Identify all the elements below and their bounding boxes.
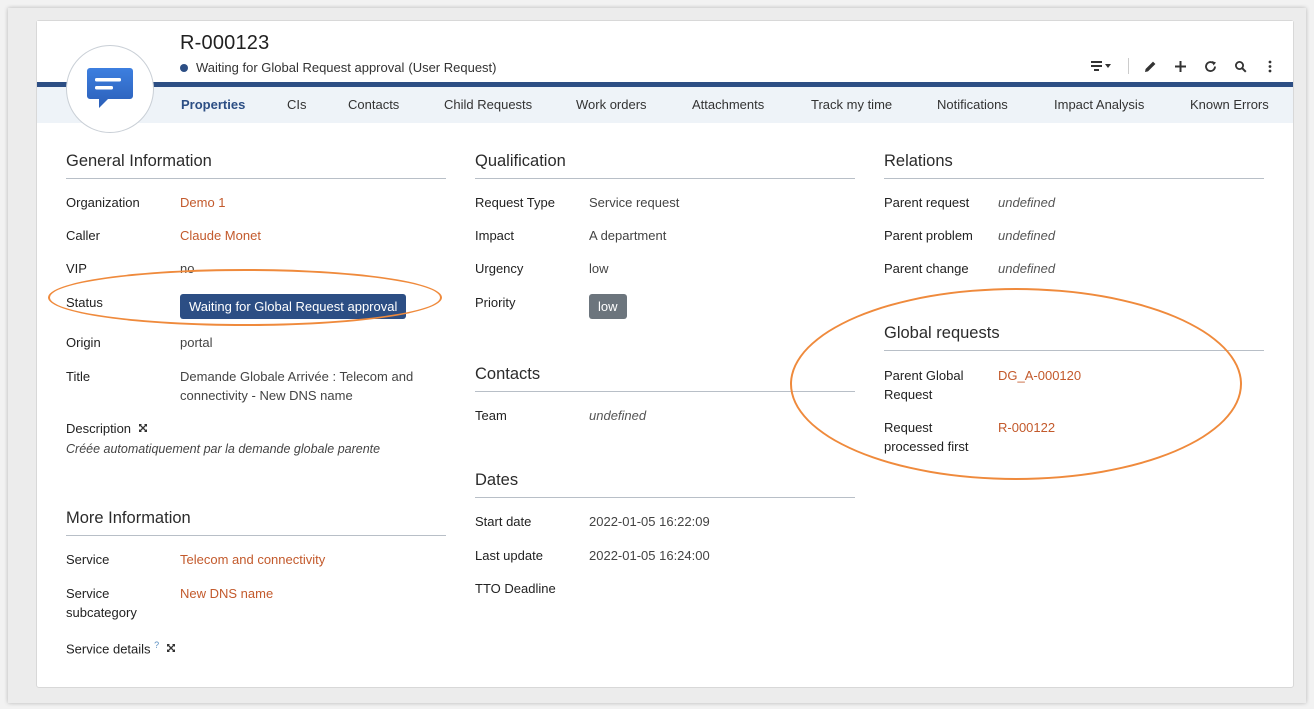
parent-change-value: undefined (998, 261, 1056, 276)
subcategory-link[interactable]: New DNS name (180, 584, 273, 603)
general-information-title: General Information (66, 152, 446, 179)
impact-label: Impact (475, 228, 515, 243)
service-label: Service (66, 552, 110, 567)
organization-link[interactable]: Demo 1 (180, 193, 226, 212)
parent-global-request-link[interactable]: DG_A-000120 (998, 366, 1081, 385)
priority-label: Priority (475, 295, 516, 310)
team-value: undefined (589, 408, 647, 423)
origin-label: Origin (66, 335, 101, 350)
tab-track-my-time[interactable]: Track my time (811, 97, 892, 112)
tab-properties[interactable]: Properties (181, 97, 245, 112)
vip-value: no (180, 261, 195, 276)
tab-contacts[interactable]: Contacts (348, 97, 399, 112)
team-label: Team (475, 408, 507, 423)
last-update-label: Last update (475, 548, 543, 563)
parent-global-label-line1: Parent Global (884, 368, 964, 383)
request-type-value: Service request (589, 195, 680, 210)
processed-first-request-link[interactable]: R-000122 (998, 418, 1055, 437)
global-requests-title: Global requests (884, 324, 1264, 351)
urgency-label: Urgency (475, 261, 524, 276)
parent-request-label: Parent request (884, 195, 970, 210)
refresh-icon (1204, 60, 1216, 72)
tab-known-errors[interactable]: Known Errors (1190, 97, 1269, 112)
service-link[interactable]: Telecom and connectivity (180, 550, 325, 569)
toolbar-divider (1128, 58, 1129, 74)
subcategory-label-line2: subcategory (66, 605, 137, 620)
list-menu-button[interactable] (1082, 55, 1122, 77)
expand-icon[interactable] (138, 423, 148, 433)
list-icon (1091, 61, 1111, 71)
help-icon[interactable]: ? (154, 640, 159, 650)
description-label: Description (66, 419, 148, 438)
tab-work-orders[interactable]: Work orders (576, 97, 647, 112)
ticket-status-text: Waiting for Global Request approval (196, 60, 405, 75)
expand-icon[interactable] (166, 643, 176, 653)
start-date-label: Start date (475, 514, 532, 529)
request-type-label: Request Type (475, 195, 555, 210)
caller-label: Caller (66, 228, 100, 243)
origin-value: portal (180, 335, 213, 350)
request-card: R-000123 Waiting for Global Request appr… (36, 20, 1294, 688)
more-icon (1268, 60, 1272, 72)
processed-first-label-line2: processed first (884, 439, 969, 454)
tab-bar: Properties CIs Contacts Child Requests W… (37, 87, 1293, 123)
processed-first-label-line1: Request (884, 420, 933, 435)
description-label-text: Description (66, 421, 132, 436)
pencil-icon (1144, 61, 1155, 72)
status-label: Status (66, 295, 103, 310)
parent-global-label-line2: Request (884, 387, 933, 402)
contacts-title: Contacts (475, 365, 855, 392)
priority-badge: low (589, 294, 627, 319)
service-details-label: Service details ? (66, 636, 176, 658)
refresh-button[interactable] (1195, 55, 1225, 77)
title-label: Title (66, 369, 91, 384)
vip-label: VIP (66, 261, 87, 276)
toolbar (1082, 55, 1285, 77)
title-value-line2: connectivity - New DNS name (180, 388, 353, 403)
search-icon (1234, 60, 1247, 73)
add-button[interactable] (1165, 55, 1195, 77)
tab-impact-analysis[interactable]: Impact Analysis (1054, 97, 1144, 112)
more-button[interactable] (1255, 55, 1285, 77)
status-dot-icon (180, 63, 188, 72)
chat-message-icon (87, 68, 133, 108)
dates-title: Dates (475, 471, 855, 498)
tab-cis[interactable]: CIs (287, 97, 307, 112)
ticket-subtitle: Waiting for Global Request approval (Use… (180, 60, 497, 75)
ticket-type: (User Request) (408, 60, 497, 75)
more-information-title: More Information (66, 509, 446, 536)
status-badge: Waiting for Global Request approval (180, 294, 407, 319)
window-frame: R-000123 Waiting for Global Request appr… (8, 8, 1306, 703)
tab-child-requests[interactable]: Child Requests (444, 97, 532, 112)
ticket-reference: R-000123 (180, 32, 270, 54)
service-details-label-text: Service details (66, 641, 151, 657)
tto-deadline-label: TTO Deadline (475, 581, 556, 596)
parent-problem-label: Parent problem (884, 228, 973, 243)
edit-button[interactable] (1135, 55, 1165, 77)
start-date-value: 2022-01-05 16:22:09 (589, 514, 710, 529)
caller-link[interactable]: Claude Monet (180, 226, 261, 245)
urgency-value: low (589, 261, 609, 276)
last-update-value: 2022-01-05 16:24:00 (589, 548, 710, 563)
qualification-title: Qualification (475, 152, 855, 179)
description-value: Créée automatiquement par la demande glo… (66, 442, 381, 456)
plus-icon (1174, 60, 1186, 72)
organization-label: Organization (66, 195, 140, 210)
parent-change-label: Parent change (884, 261, 969, 276)
title-value-line1: Demande Globale Arrivée : Telecom and (180, 369, 414, 384)
search-button[interactable] (1225, 55, 1255, 77)
parent-problem-value: undefined (998, 228, 1056, 243)
impact-value: A department (589, 228, 667, 243)
relations-title: Relations (884, 152, 1264, 179)
parent-request-value: undefined (998, 195, 1056, 210)
request-avatar (66, 45, 154, 133)
subcategory-label-line1: Service (66, 586, 110, 601)
tab-notifications[interactable]: Notifications (937, 97, 1008, 112)
header: R-000123 Waiting for Global Request appr… (37, 21, 1293, 83)
tab-attachments[interactable]: Attachments (692, 97, 764, 112)
